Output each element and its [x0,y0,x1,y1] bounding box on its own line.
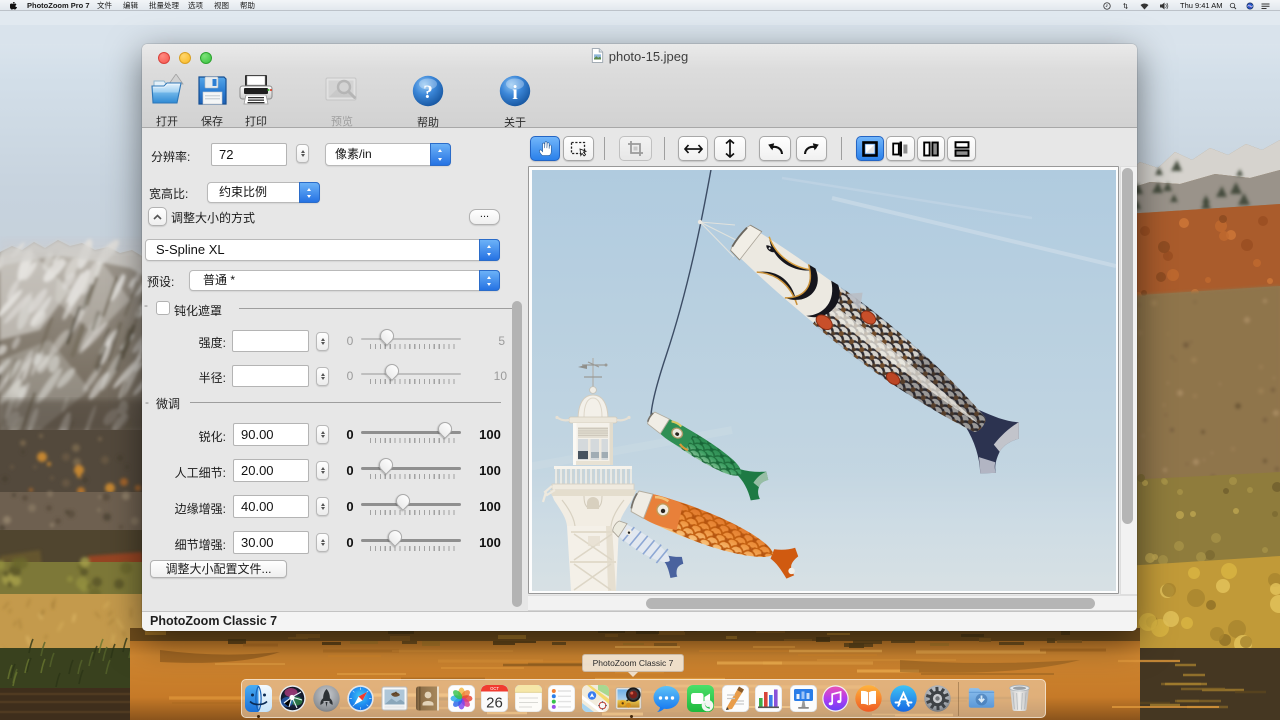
svg-text:26: 26 [486,695,503,712]
svg-text:?: ? [423,82,433,103]
svg-text:OCT: OCT [490,686,499,691]
svg-text:i: i [512,82,518,104]
